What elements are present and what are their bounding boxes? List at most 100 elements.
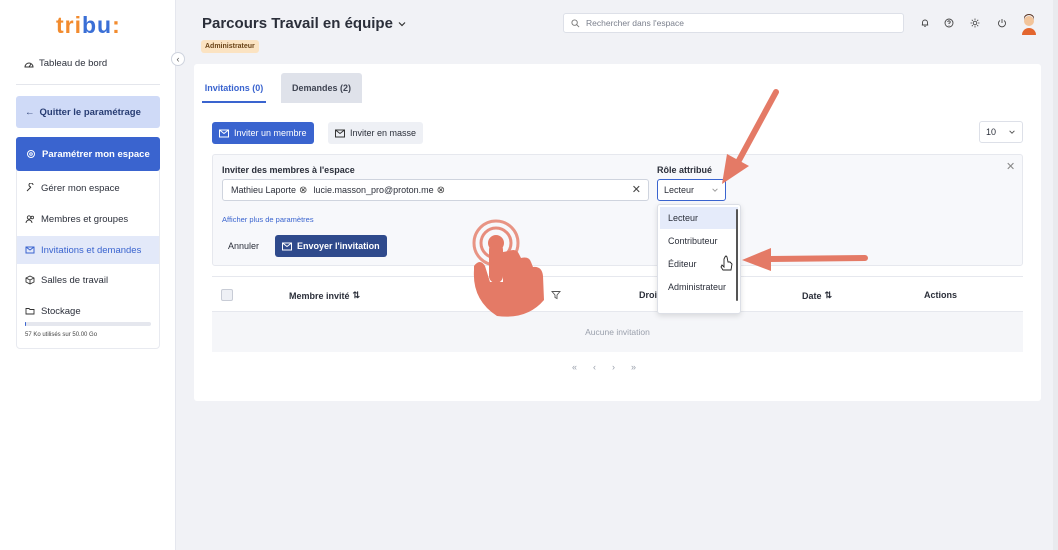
- cancel-label: Annuler: [228, 241, 260, 251]
- next-page-button[interactable]: ›: [612, 362, 615, 372]
- sort-icon: ⇅: [824, 290, 833, 300]
- box-icon: [25, 275, 35, 285]
- sidebar-item-dashboard[interactable]: Tableau de bord: [24, 58, 107, 69]
- mail-icon: [219, 129, 229, 137]
- quit-settings-button[interactable]: ← Quitter le paramétrage: [16, 96, 160, 128]
- storage-progress-bar: [25, 322, 151, 326]
- prev-page-button[interactable]: ‹: [593, 362, 596, 372]
- bulk-invite-button[interactable]: Inviter en masse: [328, 122, 424, 144]
- storage-progress-fill: [25, 322, 26, 326]
- sidebar-item-label: Tableau de bord: [39, 58, 108, 69]
- arrow-left-icon: ←: [25, 106, 35, 118]
- members-field-label: Inviter des membres à l'espace: [222, 165, 355, 175]
- sidebar-item-label: Gérer mon espace: [41, 182, 120, 194]
- pagination: « ‹ › »: [572, 362, 636, 372]
- sidebar-item-manage-space[interactable]: Gérer mon espace: [17, 174, 159, 202]
- invite-member-label: Inviter un membre: [234, 128, 307, 138]
- sun-icon[interactable]: [967, 15, 983, 31]
- search-icon: [571, 18, 580, 27]
- last-page-button[interactable]: »: [631, 362, 636, 372]
- sidebar-item-workrooms[interactable]: Salles de travail: [17, 266, 159, 294]
- chevron-down-icon: [1009, 130, 1015, 134]
- divider: [16, 84, 160, 85]
- role-field-label: Rôle attribué: [657, 165, 713, 175]
- gear-icon: [27, 150, 35, 158]
- sidebar-item-label: Stockage: [41, 305, 81, 317]
- role-option-contributor[interactable]: Contributeur: [660, 230, 738, 252]
- clear-icon[interactable]: ✕: [632, 183, 641, 196]
- chevron-down-icon: [398, 21, 406, 26]
- chevron-down-icon: [712, 188, 718, 192]
- search-field[interactable]: [563, 13, 904, 33]
- quit-settings-label: Quitter le paramétrage: [39, 106, 141, 118]
- storage-usage-text: 57 Ko utilisés sur 50.00 Go: [25, 332, 98, 338]
- column-label: Membre invité: [289, 290, 350, 301]
- member-tag: Mathieu Laporte ⊗: [231, 185, 307, 196]
- empty-message: Aucune invitation: [585, 327, 650, 337]
- page-title[interactable]: Parcours Travail en équipe: [202, 15, 407, 32]
- role-option-admin[interactable]: Administrateur: [660, 276, 738, 298]
- column-header-rights[interactable]: Droi: [639, 290, 657, 300]
- role-dropdown-menu: Lecteur Contributeur Éditeur Administrat…: [657, 204, 741, 314]
- sidebar: tribu: Tableau de bord ← Quitter le para…: [0, 0, 176, 550]
- role-select-value: Lecteur: [664, 185, 695, 195]
- invite-member-button[interactable]: Inviter un membre: [212, 122, 314, 144]
- mail-icon: [335, 129, 345, 137]
- role-badge: Administrateur: [201, 40, 259, 53]
- wrench-icon: [26, 183, 34, 192]
- folder-icon: [25, 308, 35, 315]
- cancel-button[interactable]: Annuler: [222, 235, 265, 257]
- bell-icon[interactable]: [917, 15, 933, 31]
- avatar[interactable]: [1020, 13, 1038, 35]
- member-tag: lucie.masson_pro@proton.me ⊗: [313, 185, 445, 196]
- column-header-status[interactable]: t: [537, 290, 561, 300]
- power-icon[interactable]: [994, 15, 1010, 31]
- page-size-value: 10: [986, 127, 997, 137]
- sidebar-item-label: Membres et groupes: [41, 213, 129, 225]
- column-label: t: [537, 290, 540, 300]
- tab-requests[interactable]: Demandes (2): [281, 73, 362, 103]
- first-page-button[interactable]: «: [572, 362, 577, 372]
- column-header-date[interactable]: Date ⇅: [802, 290, 832, 301]
- role-select[interactable]: Lecteur: [657, 179, 726, 201]
- column-header-member[interactable]: Membre invité ⇅: [289, 290, 360, 301]
- bulk-invite-label: Inviter en masse: [350, 128, 417, 138]
- dashboard-icon: [24, 62, 34, 67]
- send-invitation-label: Envoyer l'invitation: [297, 241, 380, 251]
- tab-invitations[interactable]: Invitations (0): [194, 73, 274, 103]
- remove-tag-icon[interactable]: ⊗: [299, 185, 307, 196]
- close-icon[interactable]: ✕: [1006, 160, 1015, 173]
- help-icon[interactable]: [941, 15, 957, 31]
- sidebar-item-invitations[interactable]: Invitations et demandes: [17, 236, 159, 264]
- send-invitation-button[interactable]: Envoyer l'invitation: [275, 235, 387, 257]
- mail-icon: [282, 242, 292, 250]
- page-scrollbar[interactable]: [1053, 0, 1058, 550]
- dropdown-scrollbar[interactable]: [736, 209, 738, 301]
- column-label: Actions: [924, 290, 958, 300]
- member-tag-label: lucie.masson_pro@proton.me: [313, 185, 434, 195]
- column-header-actions: Actions: [924, 290, 957, 300]
- page-size-select[interactable]: 10: [979, 121, 1023, 143]
- sidebar-item-storage[interactable]: Stockage: [17, 297, 159, 325]
- members-tag-input[interactable]: Mathieu Laporte ⊗ lucie.masson_pro@proto…: [222, 179, 649, 201]
- select-all-checkbox[interactable]: [221, 289, 233, 301]
- role-option-reader[interactable]: Lecteur: [660, 207, 738, 229]
- search-input[interactable]: [586, 18, 886, 28]
- sort-icon: ⇅: [352, 290, 361, 300]
- configure-space-label: Paramétrer mon espace: [42, 148, 150, 160]
- filter-icon[interactable]: [551, 290, 561, 300]
- column-label: Date: [802, 290, 822, 301]
- more-params-link[interactable]: Afficher plus de paramètres: [222, 215, 314, 224]
- collapse-sidebar-button[interactable]: ‹: [171, 52, 185, 66]
- mail-icon: [25, 246, 35, 254]
- page-title-text: Parcours Travail en équipe: [202, 15, 393, 32]
- role-option-editor[interactable]: Éditeur: [660, 253, 738, 275]
- remove-tag-icon[interactable]: ⊗: [437, 185, 445, 196]
- configure-space-button[interactable]: Paramétrer mon espace: [16, 137, 160, 171]
- sidebar-item-members[interactable]: Membres et groupes: [17, 205, 159, 233]
- column-label: Droi: [639, 290, 657, 300]
- sidebar-item-label: Invitations et demandes: [41, 244, 142, 256]
- sidebar-item-label: Salles de travail: [41, 274, 109, 286]
- users-icon: [25, 215, 34, 224]
- app-logo[interactable]: tribu:: [56, 12, 121, 39]
